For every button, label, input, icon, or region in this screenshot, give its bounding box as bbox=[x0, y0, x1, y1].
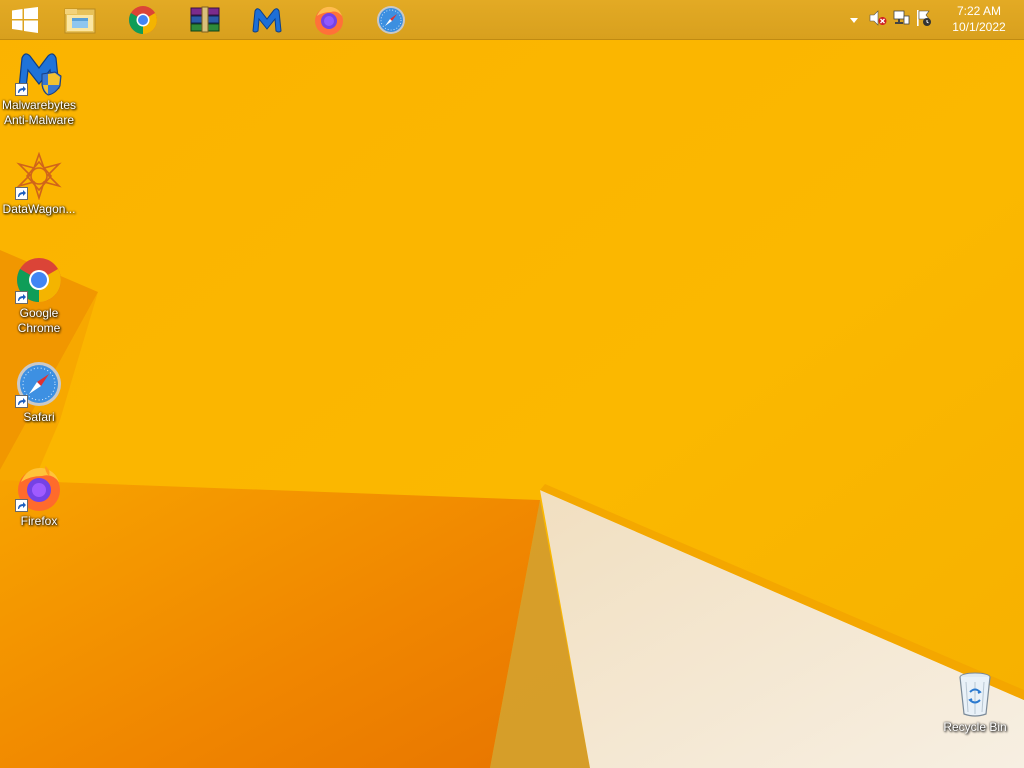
clock-time: 7:22 AM bbox=[956, 4, 1002, 18]
clock-date: 10/1/2022 bbox=[952, 20, 1006, 34]
desktop-icon-google-chrome[interactable]: Google Chrome bbox=[1, 256, 77, 336]
windows-logo-icon bbox=[12, 7, 38, 33]
desktop-icon-safari[interactable]: Safari bbox=[1, 360, 77, 425]
shortcut-arrow-icon bbox=[15, 291, 28, 304]
taskbar-malwarebytes-button[interactable] bbox=[239, 0, 295, 40]
volume-button[interactable] bbox=[868, 9, 888, 31]
chrome-icon bbox=[15, 256, 63, 304]
taskbar-safari-button[interactable] bbox=[363, 0, 419, 40]
action-center-button[interactable] bbox=[914, 9, 934, 32]
shortcut-arrow-icon bbox=[15, 187, 28, 200]
system-tray: 7:22 AM 10/1/2022 bbox=[844, 0, 1024, 40]
network-icon bbox=[892, 10, 910, 31]
desktop-icon-label: Firefox bbox=[20, 514, 58, 528]
shortcut-arrow-icon bbox=[15, 83, 28, 96]
network-button[interactable] bbox=[891, 10, 911, 30]
speaker-muted-icon bbox=[869, 9, 887, 31]
desktop-icon-firefox[interactable]: Firefox bbox=[1, 464, 77, 529]
safari-icon bbox=[15, 360, 63, 408]
desktop-icon-label: Google Chrome bbox=[17, 306, 61, 335]
shortcut-arrow-icon bbox=[15, 395, 28, 408]
firefox-icon bbox=[15, 464, 63, 512]
shortcut-arrow-icon bbox=[15, 499, 28, 512]
taskbar: 7:22 AM 10/1/2022 bbox=[0, 0, 1024, 40]
start-button[interactable] bbox=[0, 0, 50, 40]
taskbar-file-explorer-button[interactable] bbox=[52, 0, 108, 40]
action-center-flag-icon bbox=[915, 9, 933, 32]
desktop-icon-datawagon[interactable]: DataWagon... bbox=[1, 152, 77, 217]
desktop-icon-label: Malwarebytes Anti-Malware bbox=[1, 98, 77, 127]
malwarebytes-icon bbox=[250, 5, 284, 35]
taskbar-chrome-button[interactable] bbox=[115, 0, 171, 40]
winrar-icon bbox=[189, 6, 221, 34]
desktop-icon-label: Safari bbox=[23, 410, 55, 424]
chrome-icon bbox=[128, 5, 158, 35]
folder-icon bbox=[64, 5, 96, 35]
desktop-icon-label: DataWagon... bbox=[2, 202, 76, 216]
desktop-icon-label: Recycle Bin bbox=[943, 720, 1007, 734]
chevron-up-icon bbox=[849, 11, 859, 29]
recycle-bin-icon bbox=[951, 670, 999, 718]
show-hidden-icons-button[interactable] bbox=[844, 10, 864, 30]
desktop-wallpaper bbox=[0, 0, 1024, 768]
datawagon-icon bbox=[15, 152, 63, 200]
taskbar-clock[interactable]: 7:22 AM 10/1/2022 bbox=[944, 3, 1014, 35]
taskbar-firefox-button[interactable] bbox=[301, 0, 357, 40]
desktop-icon-malwarebytes[interactable]: Malwarebytes Anti-Malware bbox=[1, 48, 77, 128]
desktop-icon-recycle-bin[interactable]: Recycle Bin bbox=[937, 670, 1013, 735]
taskbar-winrar-button[interactable] bbox=[177, 0, 233, 40]
malwarebytes-icon bbox=[15, 48, 63, 96]
safari-icon bbox=[376, 5, 406, 35]
firefox-icon bbox=[313, 4, 345, 36]
